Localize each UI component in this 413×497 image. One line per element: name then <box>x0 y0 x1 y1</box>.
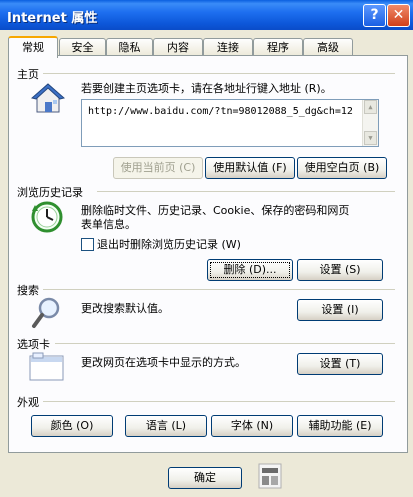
tab-general[interactable]: 常规 <box>8 36 58 58</box>
help-button[interactable]: ? <box>363 4 386 27</box>
search-description: 更改搜索默认值。 <box>81 302 169 315</box>
window-title: Internet 属性 <box>7 11 98 26</box>
history-description-line1: 删除临时文件、历史记录、Cookie、保存的密码和网页 <box>81 204 350 217</box>
history-settings-button[interactable]: 设置 (S) <box>297 259 383 281</box>
tab-programs[interactable]: 程序 <box>253 38 303 56</box>
internet-options-window: Internet 属性 ? ✕ 常规 安全 隐私 内容 连接 程序 高级 主页 … <box>0 0 413 497</box>
divider <box>55 343 395 344</box>
scroll-down-arrow-icon[interactable]: ▼ <box>364 131 377 145</box>
colors-button[interactable]: 颜色 (O) <box>31 415 113 437</box>
use-default-button[interactable]: 使用默认值 (F) <box>205 157 295 179</box>
delete-on-exit-checkbox[interactable] <box>81 238 94 251</box>
languages-button[interactable]: 语言 (L) <box>125 415 207 437</box>
search-settings-button[interactable]: 设置 (I) <box>297 299 383 321</box>
home-description: 若要创建主页选项卡，请在各地址行键入地址 (R)。 <box>81 82 332 95</box>
scroll-up-arrow-icon[interactable]: ▲ <box>364 100 377 114</box>
tabs-description: 更改网页在选项卡中显示的方式。 <box>81 356 246 369</box>
general-tab-panel: 主页 若要创建主页选项卡，请在各地址行键入地址 (R)。 http://www.… <box>8 55 408 453</box>
tab-connections[interactable]: 连接 <box>203 38 253 56</box>
tab-strip: 常规 安全 隐私 内容 连接 程序 高级 <box>8 36 408 58</box>
divider <box>43 401 395 402</box>
use-current-button[interactable]: 使用当前页 (C) <box>113 157 203 179</box>
search-magnifier-icon <box>32 297 60 328</box>
tabs-window-icon <box>29 352 64 381</box>
url-scrollbar[interactable]: ▲ ▼ <box>362 100 378 146</box>
tabs-settings-button[interactable]: 设置 (T) <box>297 353 383 375</box>
tab-security[interactable]: 安全 <box>59 38 106 56</box>
accessibility-button[interactable]: 辅助功能 (E) <box>297 415 383 437</box>
title-bar[interactable]: Internet 属性 ? ✕ <box>0 0 413 30</box>
tab-content[interactable]: 内容 <box>153 38 203 56</box>
divider <box>43 289 395 290</box>
history-description-line2: 表单信息。 <box>81 218 136 231</box>
use-blank-button[interactable]: 使用空白页 (B) <box>297 157 387 179</box>
tab-advanced[interactable]: 高级 <box>303 38 353 56</box>
history-clock-icon <box>31 201 63 233</box>
delete-on-exit-label[interactable]: 退出时删除浏览历史记录 (W) <box>97 238 241 251</box>
home-page-url-value: http://www.baidu.com/?tn=98012088_5_dg&c… <box>88 106 353 117</box>
fonts-button[interactable]: 字体 (N) <box>211 415 293 437</box>
history-group-title: 浏览历史记录 <box>17 186 83 199</box>
divider <box>97 191 395 192</box>
tab-privacy[interactable]: 隐私 <box>106 38 153 56</box>
close-button[interactable]: ✕ <box>387 4 410 27</box>
divider <box>43 73 395 74</box>
tabs-group-title: 选项卡 <box>17 338 50 351</box>
home-group-title: 主页 <box>17 68 39 81</box>
ok-button[interactable]: 确定 <box>168 467 242 489</box>
home-icon <box>31 83 65 113</box>
watermark-logo-icon <box>258 463 282 489</box>
appearance-group-title: 外观 <box>17 396 39 409</box>
delete-history-button[interactable]: 删除 (D)... <box>207 259 293 281</box>
home-page-url-field[interactable]: http://www.baidu.com/?tn=98012088_5_dg&c… <box>81 99 379 147</box>
